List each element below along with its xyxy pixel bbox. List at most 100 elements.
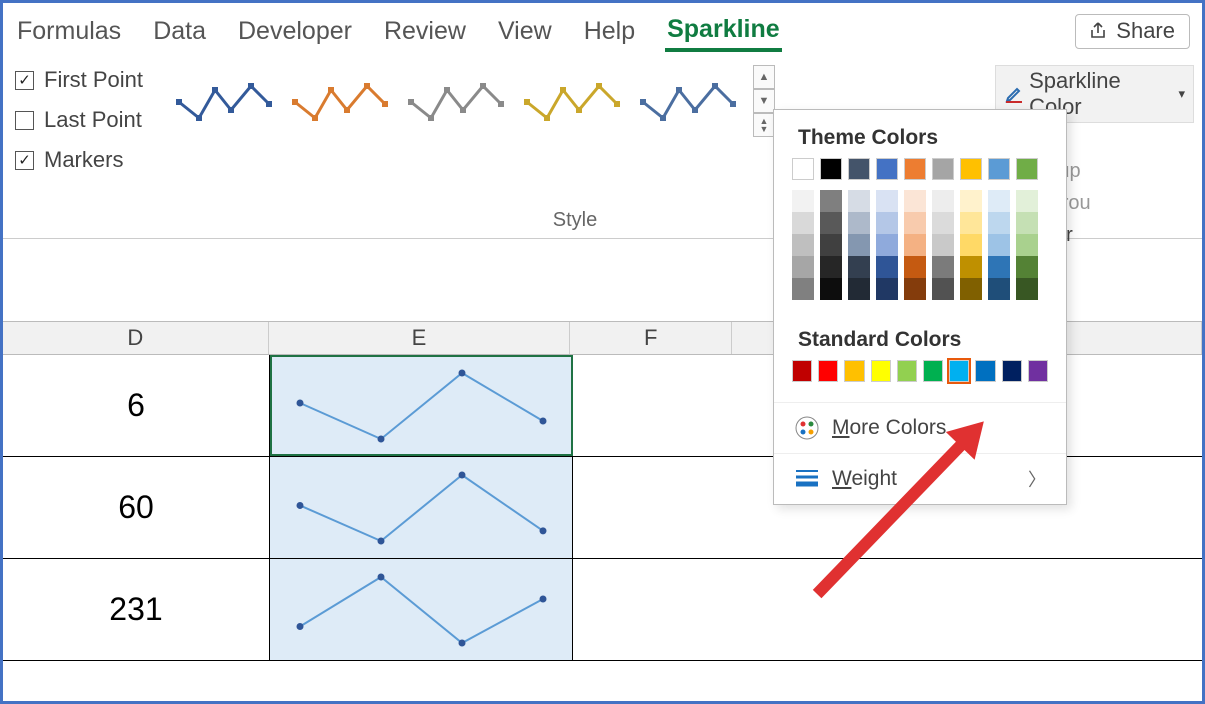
color-swatch[interactable] xyxy=(932,158,954,180)
column-header[interactable]: D xyxy=(3,322,269,354)
color-swatch[interactable] xyxy=(932,190,954,212)
tab-sparkline[interactable]: Sparkline xyxy=(665,11,782,52)
color-swatch[interactable] xyxy=(820,234,842,256)
color-swatch[interactable] xyxy=(1016,158,1038,180)
style-thumb-3[interactable] xyxy=(401,66,509,136)
color-swatch[interactable] xyxy=(949,360,969,382)
color-swatch[interactable] xyxy=(932,212,954,234)
color-swatch[interactable] xyxy=(1016,190,1038,212)
color-swatch[interactable] xyxy=(848,234,870,256)
color-swatch[interactable] xyxy=(960,212,982,234)
chevron-down-icon: ▾ xyxy=(1178,86,1185,102)
color-swatch[interactable] xyxy=(988,190,1010,212)
style-thumb-1[interactable] xyxy=(169,66,277,136)
color-swatch[interactable] xyxy=(932,234,954,256)
color-swatch[interactable] xyxy=(988,158,1010,180)
color-swatch[interactable] xyxy=(848,256,870,278)
color-swatch[interactable] xyxy=(848,190,870,212)
color-swatch[interactable] xyxy=(792,256,814,278)
cell-D[interactable]: 6 xyxy=(3,355,270,456)
color-swatch[interactable] xyxy=(820,158,842,180)
color-swatch[interactable] xyxy=(1028,360,1048,382)
cell-D[interactable]: 231 xyxy=(3,559,270,660)
color-swatch[interactable] xyxy=(820,212,842,234)
cell-E-sparkline[interactable] xyxy=(270,559,573,660)
color-swatch[interactable] xyxy=(1016,278,1038,300)
show-group: ✓First Point Last Point ✓Markers xyxy=(3,59,163,238)
color-swatch[interactable] xyxy=(988,278,1010,300)
color-swatch[interactable] xyxy=(792,158,814,180)
share-button[interactable]: Share xyxy=(1075,14,1190,49)
color-swatch[interactable] xyxy=(820,190,842,212)
color-swatch[interactable] xyxy=(848,158,870,180)
tab-formulas[interactable]: Formulas xyxy=(15,13,123,50)
color-swatch[interactable] xyxy=(988,256,1010,278)
theme-colors-title: Theme Colors xyxy=(774,110,1066,158)
color-swatch[interactable] xyxy=(848,278,870,300)
color-swatch[interactable] xyxy=(960,278,982,300)
first-point-checkbox[interactable]: ✓First Point xyxy=(15,67,153,93)
tab-view[interactable]: View xyxy=(496,13,554,50)
tab-developer[interactable]: Developer xyxy=(236,13,354,50)
color-swatch[interactable] xyxy=(820,278,842,300)
color-swatch[interactable] xyxy=(844,360,864,382)
theme-colors-row xyxy=(774,158,1066,180)
cell-E-sparkline[interactable] xyxy=(270,355,573,456)
cell-E-sparkline[interactable] xyxy=(270,457,573,558)
column-header[interactable]: E xyxy=(269,322,570,354)
color-swatch[interactable] xyxy=(988,234,1010,256)
more-colors-label: More Colors... xyxy=(832,416,964,440)
style-thumb-2[interactable] xyxy=(285,66,393,136)
color-swatch[interactable] xyxy=(932,278,954,300)
style-thumb-4[interactable] xyxy=(517,66,625,136)
color-swatch[interactable] xyxy=(960,256,982,278)
color-swatch[interactable] xyxy=(960,190,982,212)
color-swatch[interactable] xyxy=(876,256,898,278)
color-swatch[interactable] xyxy=(1016,234,1038,256)
color-swatch[interactable] xyxy=(904,256,926,278)
color-swatch[interactable] xyxy=(897,360,917,382)
color-swatch[interactable] xyxy=(904,158,926,180)
color-swatch[interactable] xyxy=(960,158,982,180)
color-swatch[interactable] xyxy=(876,212,898,234)
more-colors-item[interactable]: More Colors... xyxy=(774,402,1066,453)
cell-D[interactable]: 60 xyxy=(3,457,270,558)
color-swatch[interactable] xyxy=(871,360,891,382)
color-swatch[interactable] xyxy=(1002,360,1022,382)
color-swatch[interactable] xyxy=(923,360,943,382)
theme-shades xyxy=(774,186,1066,312)
color-swatch[interactable] xyxy=(975,360,995,382)
color-swatch[interactable] xyxy=(820,256,842,278)
color-swatch[interactable] xyxy=(792,190,814,212)
style-thumb-5[interactable] xyxy=(633,66,741,136)
style-scroll-up[interactable]: ▲ xyxy=(753,65,775,89)
color-swatch[interactable] xyxy=(932,256,954,278)
column-header[interactable]: F xyxy=(570,322,732,354)
tab-help[interactable]: Help xyxy=(582,13,637,50)
tab-data[interactable]: Data xyxy=(151,13,208,50)
color-swatch[interactable] xyxy=(792,234,814,256)
color-swatch[interactable] xyxy=(792,212,814,234)
color-swatch[interactable] xyxy=(818,360,838,382)
color-swatch[interactable] xyxy=(876,158,898,180)
style-dropdown[interactable]: ▲▼ xyxy=(753,113,775,137)
color-swatch[interactable] xyxy=(876,278,898,300)
color-swatch[interactable] xyxy=(904,190,926,212)
style-scroll-down[interactable]: ▼ xyxy=(753,89,775,113)
color-swatch[interactable] xyxy=(904,212,926,234)
color-swatch[interactable] xyxy=(1016,256,1038,278)
markers-checkbox[interactable]: ✓Markers xyxy=(15,147,153,173)
last-point-checkbox[interactable]: Last Point xyxy=(15,107,153,133)
tab-review[interactable]: Review xyxy=(382,13,468,50)
color-swatch[interactable] xyxy=(876,190,898,212)
color-swatch[interactable] xyxy=(904,234,926,256)
color-swatch[interactable] xyxy=(792,278,814,300)
color-swatch[interactable] xyxy=(1016,212,1038,234)
color-swatch[interactable] xyxy=(988,212,1010,234)
standard-colors-title: Standard Colors xyxy=(774,312,1066,360)
color-swatch[interactable] xyxy=(876,234,898,256)
color-swatch[interactable] xyxy=(792,360,812,382)
color-swatch[interactable] xyxy=(848,212,870,234)
color-swatch[interactable] xyxy=(960,234,982,256)
color-swatch[interactable] xyxy=(904,278,926,300)
